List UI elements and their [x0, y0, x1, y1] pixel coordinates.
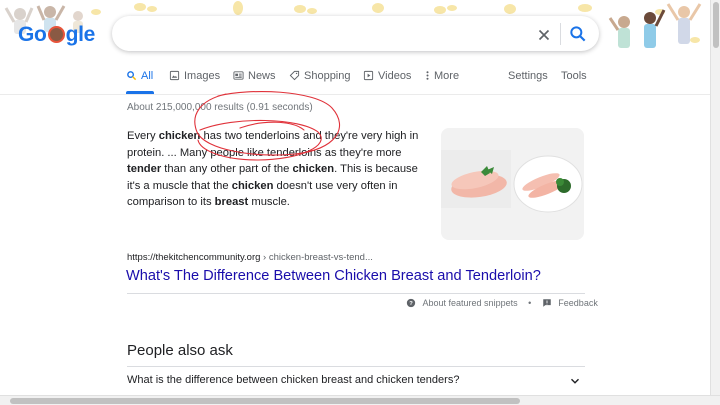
snippet-divider	[127, 293, 585, 294]
snippet-image[interactable]	[441, 128, 584, 240]
horizontal-scroll-thumb[interactable]	[10, 398, 520, 404]
tab-videos[interactable]: Videos	[363, 70, 411, 82]
snippet-bold-term: chicken	[231, 179, 274, 192]
horizontal-scrollbar[interactable]	[0, 395, 720, 405]
search-icon[interactable]	[568, 24, 588, 44]
tab-label: All	[141, 70, 154, 82]
people-also-ask-heading: People also ask	[127, 342, 233, 359]
result-title-link[interactable]: What's The Difference Between Chicken Br…	[126, 268, 541, 284]
snippet-bold-term: breast	[214, 196, 249, 209]
news-icon	[233, 71, 244, 80]
header: Go gle	[0, 0, 720, 58]
tab-label: Videos	[378, 70, 412, 82]
clear-icon[interactable]	[535, 26, 553, 44]
source-domain: https://thekitchencommunity.org	[127, 252, 261, 263]
image-icon	[169, 70, 180, 81]
tab-news[interactable]: News	[233, 70, 276, 82]
tab-label: More	[434, 70, 460, 82]
snippet-text-run: Every	[127, 130, 159, 142]
about-featured-snippets-link[interactable]: About featured snippets	[423, 298, 518, 308]
snippet-bold-term: chicken	[292, 163, 335, 176]
feedback-link[interactable]: Feedback	[558, 298, 598, 308]
snippet-bold-term: tender	[127, 163, 162, 176]
search-box[interactable]	[112, 16, 599, 51]
video-icon	[363, 70, 374, 81]
feedback-icon	[543, 299, 551, 307]
doodle-face-icon	[47, 26, 65, 43]
tab-label: News	[248, 70, 276, 82]
help-icon: ?	[406, 298, 416, 308]
tab-more[interactable]: More	[425, 70, 459, 82]
logo-text-start: Go	[18, 23, 47, 46]
google-doodle-logo[interactable]: Go gle	[18, 23, 95, 47]
search-icon	[127, 71, 137, 81]
tabs-divider	[0, 94, 710, 95]
featured-snippet-text: Every chicken has two tenderloins and th…	[127, 128, 427, 211]
tab-label: Shopping	[304, 70, 351, 82]
chevron-down-icon[interactable]	[568, 374, 582, 388]
vertical-scrollbar[interactable]	[710, 0, 720, 395]
footer-separator: •	[528, 298, 532, 308]
more-vert-icon	[426, 71, 429, 80]
tab-shopping[interactable]: Shopping	[289, 70, 351, 82]
doodle-figures-right	[608, 3, 702, 48]
tab-all[interactable]: All	[126, 70, 153, 82]
source-path: › chicken-breast-vs-tend...	[260, 252, 373, 263]
svg-text:?: ?	[409, 301, 413, 307]
result-stats: About 215,000,000 results (0.91 seconds)	[127, 102, 313, 113]
tab-label: Images	[184, 70, 221, 82]
settings-link[interactable]: Settings	[508, 70, 548, 82]
snippet-footer: ? About featured snippets • Feedback	[406, 298, 598, 308]
source-url[interactable]: https://thekitchencommunity.org › chicke…	[127, 252, 373, 263]
snippet-text-run: than any other part of the	[161, 163, 293, 176]
paa-divider	[127, 366, 585, 367]
search-divider	[560, 23, 561, 45]
chicken-tenderloin-image	[441, 128, 584, 240]
paa-question[interactable]: What is the difference between chicken b…	[127, 374, 459, 386]
tools-link[interactable]: Tools	[561, 70, 587, 82]
logo-text-end: gle	[65, 23, 96, 46]
search-input[interactable]	[130, 24, 510, 44]
snippet-text-run: muscle.	[248, 196, 290, 209]
vertical-scroll-thumb[interactable]	[713, 2, 719, 48]
snippet-bold-term: chicken	[158, 130, 201, 142]
tag-icon	[289, 70, 300, 81]
tab-images[interactable]: Images	[169, 70, 220, 82]
